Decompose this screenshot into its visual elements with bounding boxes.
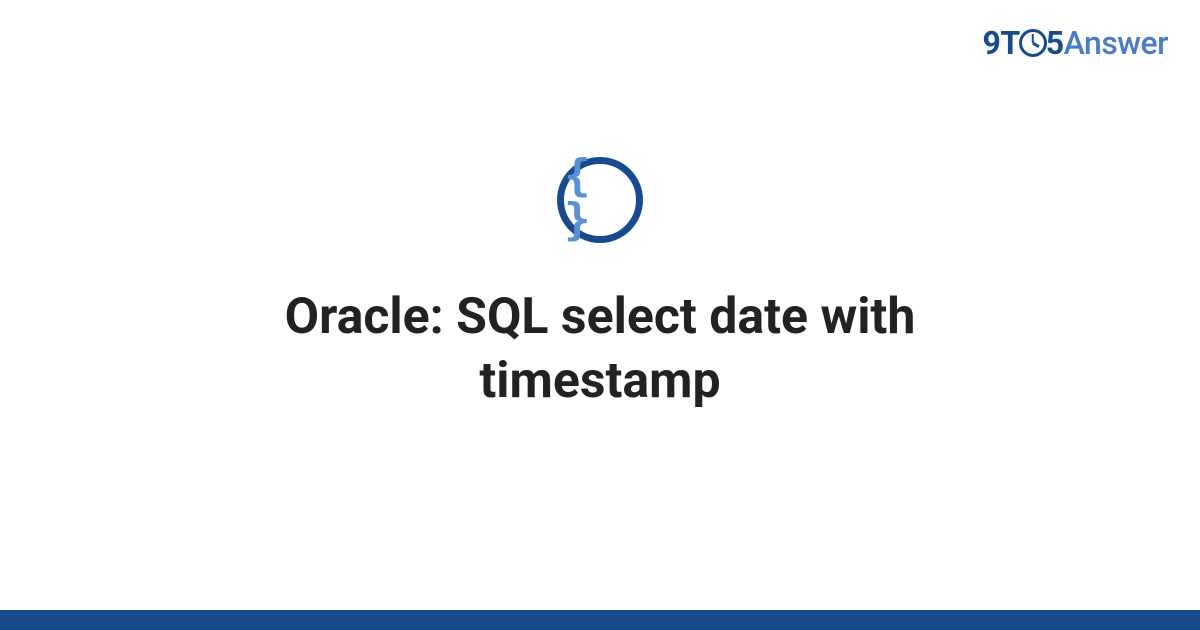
footer-bar	[0, 610, 1200, 630]
topic-code-icon: { }	[557, 157, 643, 243]
page-title: Oracle: SQL select date with timestamp	[160, 285, 1040, 413]
main-content: { } Oracle: SQL select date with timesta…	[0, 0, 1200, 630]
braces-icon: { }	[564, 154, 636, 242]
